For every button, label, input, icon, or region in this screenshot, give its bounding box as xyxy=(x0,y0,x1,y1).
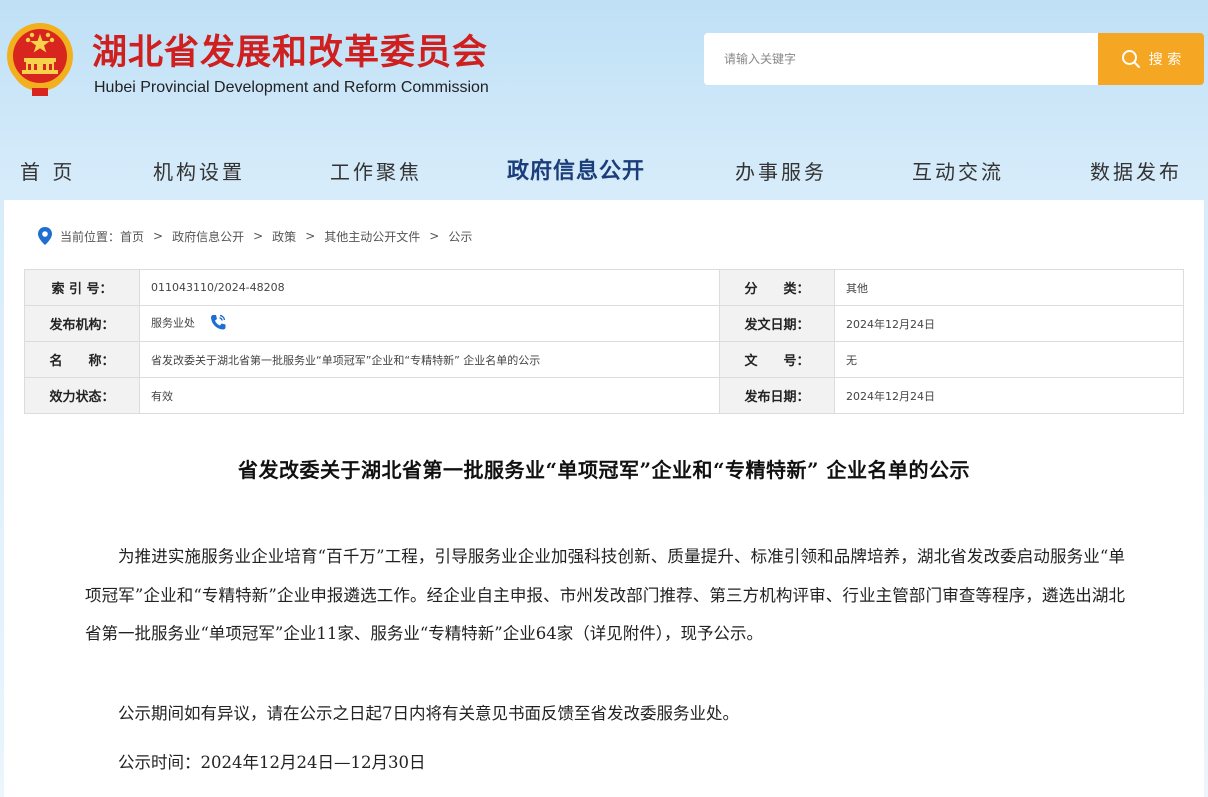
main-content: 当前位置： 首页 > 政府信息公开 > 政策 > 其他主动公开文件 > 公示 索… xyxy=(4,200,1204,797)
status-label: 效力状态： xyxy=(24,377,140,414)
index-label: 索 引 号： xyxy=(24,269,140,306)
name-label: 名 称： xyxy=(24,341,140,378)
breadcrumb-separator: > xyxy=(429,229,440,243)
site-header: 湖北省发展和改革委员会 Hubei Provincial Development… xyxy=(0,0,1208,200)
index-value: 011043110/2024-48208 xyxy=(139,269,720,306)
nav-interaction[interactable]: 互动交流 xyxy=(912,156,1004,185)
breadcrumb-home[interactable]: 首页 xyxy=(120,228,144,245)
table-row: 名 称： 省发改委关于湖北省第一批服务业“单项冠军”企业和“专精特新” 企业名单… xyxy=(24,341,1184,378)
nav-organization[interactable]: 机构设置 xyxy=(153,156,245,185)
breadcrumb-separator: > xyxy=(153,229,164,243)
issuer-value: 服务业处 xyxy=(151,316,195,330)
breadcrumb-separator: > xyxy=(253,229,264,243)
breadcrumb-notice[interactable]: 公示 xyxy=(448,228,472,245)
nav-home[interactable]: 首 页 xyxy=(20,156,75,185)
issuer-cell: 服务业处 xyxy=(139,305,720,342)
search-input[interactable] xyxy=(704,33,1098,85)
document-paragraph: 公示时间：2024年12月24日—12月30日 xyxy=(118,753,426,772)
breadcrumb-separator: > xyxy=(305,229,316,243)
breadcrumb: 当前位置： 首页 > 政府信息公开 > 政策 > 其他主动公开文件 > 公示 xyxy=(38,227,472,245)
document-title: 省发改委关于湖北省第一批服务业“单项冠军”企业和“专精特新” 企业名单的公示 xyxy=(238,458,970,482)
document-paragraph: 为推进实施服务业企业培育“百千万”工程，引导服务业企业加强科技创新、质量提升、标… xyxy=(85,547,1125,643)
doc-number-value: 无 xyxy=(834,341,1184,378)
breadcrumb-prefix: 当前位置： xyxy=(60,229,121,244)
phone-icon[interactable] xyxy=(209,313,227,334)
publish-date-value: 2024年12月24日 xyxy=(834,377,1184,414)
document-paragraph: 公示期间如有异议，请在公示之日起7日内将有关意见书面反馈至省发改委服务业处。 xyxy=(118,704,739,723)
category-value: 其他 xyxy=(834,269,1184,306)
category-label: 分 类： xyxy=(719,269,835,306)
breadcrumb-gov-info[interactable]: 政府信息公开 xyxy=(172,228,244,245)
status-value: 有效 xyxy=(139,377,720,414)
breadcrumb-policy[interactable]: 政策 xyxy=(272,228,296,245)
nav-gov-info-disclosure[interactable]: 政府信息公开 xyxy=(507,153,645,185)
name-value: 省发改委关于湖北省第一批服务业“单项冠军”企业和“专精特新” 企业名单的公示 xyxy=(139,341,720,378)
doc-number-label: 文 号： xyxy=(719,341,835,378)
search-button-label: 搜 索 xyxy=(1148,52,1182,68)
search-button[interactable]: 搜 索 xyxy=(1098,33,1204,85)
breadcrumb-other-files[interactable]: 其他主动公开文件 xyxy=(324,228,420,245)
site-subtitle: Hubei Provincial Development and Reform … xyxy=(94,79,489,96)
issuer-label: 发布机构： xyxy=(24,305,140,342)
site-title: 湖北省发展和改革委员会 xyxy=(92,33,489,73)
table-row: 效力状态： 有效 发布日期： 2024年12月24日 xyxy=(24,377,1184,414)
issue-date-value: 2024年12月24日 xyxy=(834,305,1184,342)
nav-data-release[interactable]: 数据发布 xyxy=(1090,156,1182,185)
national-emblem-icon xyxy=(4,18,76,98)
issue-date-label: 发文日期： xyxy=(719,305,835,342)
document-meta-table: 索 引 号： 011043110/2024-48208 分 类： 其他 发布机构… xyxy=(24,269,1184,414)
search-icon xyxy=(1121,50,1140,68)
nav-work-focus[interactable]: 工作聚焦 xyxy=(330,156,422,185)
table-row: 发布机构： 服务业处 发文日期： 2024年12月24日 xyxy=(24,305,1184,342)
nav-services[interactable]: 办事服务 xyxy=(735,156,827,185)
publish-date-label: 发布日期： xyxy=(719,377,835,414)
table-row: 索 引 号： 011043110/2024-48208 分 类： 其他 xyxy=(24,269,1184,306)
location-pin-icon xyxy=(38,227,52,245)
main-nav: 首 页 机构设置 工作聚焦 政府信息公开 办事服务 互动交流 数据发布 xyxy=(0,150,1208,190)
